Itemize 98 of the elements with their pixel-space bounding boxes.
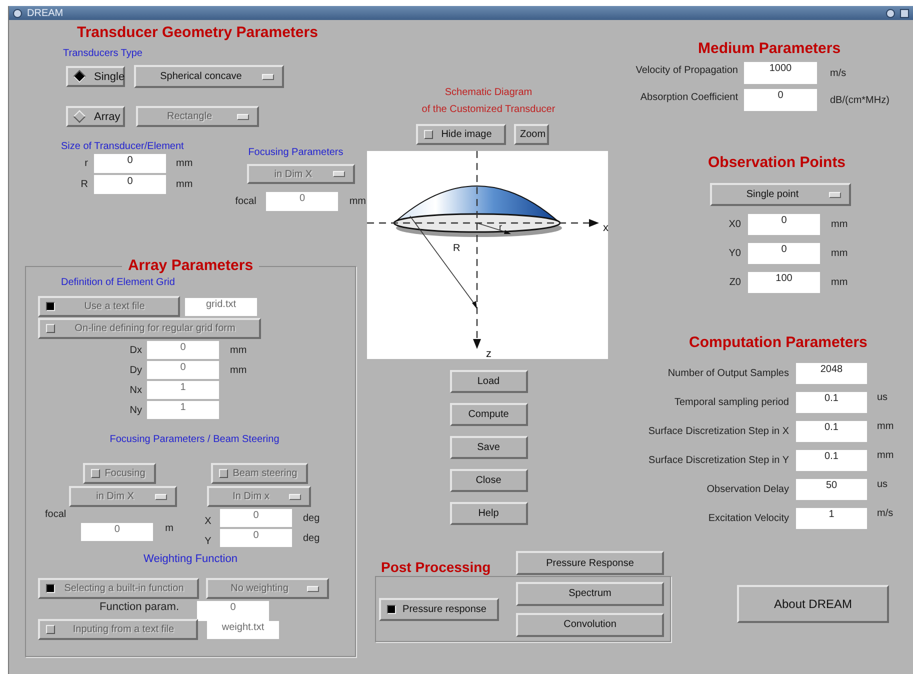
field-label: Absorption Coefficient bbox=[639, 91, 738, 103]
input-field[interactable]: 2048 bbox=[796, 363, 867, 384]
dropdown[interactable]: Single point bbox=[710, 183, 851, 206]
radius-label: R bbox=[453, 243, 460, 254]
dropdown-icon bbox=[307, 586, 319, 592]
field-label: r bbox=[84, 158, 88, 169]
field-label: Surface Discretization Step in X bbox=[647, 426, 789, 437]
field-label: focal bbox=[45, 509, 66, 520]
window-title: DREAM bbox=[27, 8, 64, 18]
toggle-button[interactable]: Pressure response bbox=[379, 598, 499, 620]
app-icon bbox=[13, 8, 22, 18]
field-label: R bbox=[80, 179, 88, 190]
radius-label: r bbox=[499, 222, 502, 232]
section-title: Computation Parameters bbox=[689, 334, 868, 351]
field-label: X0 bbox=[728, 219, 741, 230]
input-field[interactable]: 0 bbox=[748, 214, 820, 235]
input-field[interactable]: 0.1 bbox=[796, 450, 867, 471]
unit-label: mm bbox=[877, 450, 894, 461]
field-label: Velocity of Propagation bbox=[634, 64, 738, 76]
field-label: Number of Output Samples bbox=[666, 368, 789, 379]
dropdown-icon bbox=[262, 74, 274, 80]
field-label: Dx bbox=[128, 344, 142, 356]
unit-label: mm bbox=[831, 277, 848, 288]
group-label: Definition of Element Grid bbox=[61, 277, 176, 288]
unit-label: m/s bbox=[830, 68, 846, 78]
group-label: Transducers Type bbox=[63, 48, 144, 59]
unit-label: deg bbox=[303, 532, 320, 544]
button[interactable]: Load bbox=[450, 370, 528, 393]
unit-label: m bbox=[165, 523, 174, 534]
field-label: focal bbox=[235, 196, 256, 207]
square-icon[interactable] bbox=[900, 8, 909, 18]
button[interactable]: Help bbox=[450, 502, 528, 525]
field-label: Y0 bbox=[728, 248, 741, 259]
button[interactable]: Pressure Response bbox=[516, 551, 664, 575]
unit-label: dB/(cm*MHz) bbox=[830, 94, 890, 106]
field-label: Y bbox=[204, 534, 212, 546]
section-title: Array Parameters bbox=[128, 259, 254, 273]
unit-label: mm bbox=[349, 196, 366, 207]
radio-button[interactable]: Array bbox=[66, 106, 125, 127]
unit-label: mm bbox=[176, 179, 193, 190]
group-label: Focusing Parameters bbox=[248, 147, 344, 158]
button[interactable]: Convolution bbox=[516, 612, 664, 636]
diagram-title: Schematic Diagram bbox=[444, 86, 534, 100]
input-field[interactable]: 0 bbox=[94, 175, 166, 194]
input-field[interactable]: 1000 bbox=[744, 62, 817, 84]
field-label: Z0 bbox=[728, 277, 741, 288]
group-label: Size of Transducer/Element bbox=[61, 141, 185, 152]
axis-label: z bbox=[486, 348, 492, 360]
dropdown-icon bbox=[289, 494, 301, 500]
input-field[interactable]: 0 bbox=[94, 154, 166, 173]
input-field[interactable]: 100 bbox=[748, 272, 820, 293]
input-field[interactable]: 0.1 bbox=[796, 392, 867, 413]
unit-label: mm bbox=[230, 344, 247, 356]
group-label: Weighting Function bbox=[142, 553, 238, 565]
field-label: Observation Delay bbox=[706, 484, 789, 495]
button[interactable]: Spectrum bbox=[516, 582, 664, 606]
section-title: Medium Parameters bbox=[698, 40, 842, 57]
unit-label: mm bbox=[176, 158, 193, 169]
section-title: Observation Points bbox=[708, 154, 847, 171]
section-title: Post Processing bbox=[380, 559, 492, 575]
dropdown-icon bbox=[237, 114, 249, 120]
about-button[interactable]: About DREAM bbox=[737, 585, 889, 623]
diagram-title: of the Customized Transducer bbox=[422, 103, 556, 117]
toggle-button[interactable]: Hide image bbox=[416, 124, 506, 145]
section-title: Transducer Geometry Parameters bbox=[77, 24, 319, 41]
radio-button[interactable]: Single bbox=[66, 66, 125, 87]
input-field[interactable]: 0 bbox=[744, 89, 817, 111]
dropdown-icon bbox=[333, 171, 346, 177]
dropdown[interactable]: Spherical concave bbox=[134, 65, 284, 88]
field-label: Temporal sampling period bbox=[673, 397, 789, 408]
dropdown-icon bbox=[155, 494, 167, 500]
input-field[interactable]: 0.1 bbox=[796, 421, 867, 442]
unit-label: deg bbox=[303, 512, 320, 524]
axis-label: x bbox=[603, 222, 608, 234]
field-label: Dy bbox=[128, 364, 142, 376]
group-label: Focusing Parameters / Beam Steering bbox=[108, 434, 280, 445]
unit-label: mm bbox=[877, 421, 894, 432]
field-label: Excitation Velocity bbox=[707, 513, 789, 524]
field-label: X bbox=[204, 514, 212, 526]
dropdown-icon bbox=[829, 192, 841, 198]
input-field[interactable]: 1 bbox=[796, 508, 867, 529]
unit-label: mm bbox=[230, 364, 247, 376]
field-label: Surface Discretization Step in Y bbox=[648, 455, 789, 466]
unit-label: us bbox=[877, 479, 888, 490]
unit-label: m/s bbox=[877, 508, 894, 519]
button[interactable]: Compute bbox=[450, 403, 528, 426]
unit-label: mm bbox=[831, 219, 848, 230]
field-label: Nx bbox=[128, 384, 142, 396]
button[interactable]: Close bbox=[450, 469, 528, 492]
zoom-button[interactable]: Zoom bbox=[514, 124, 549, 145]
unit-label: us bbox=[877, 392, 888, 403]
field-label: Function param. bbox=[98, 601, 179, 613]
circle-icon[interactable] bbox=[886, 8, 895, 18]
unit-label: mm bbox=[831, 248, 848, 259]
input-field[interactable]: 0 bbox=[748, 243, 820, 264]
button[interactable]: Save bbox=[450, 436, 528, 459]
input-field[interactable]: 50 bbox=[796, 479, 867, 500]
field-label: Ny bbox=[128, 404, 142, 416]
